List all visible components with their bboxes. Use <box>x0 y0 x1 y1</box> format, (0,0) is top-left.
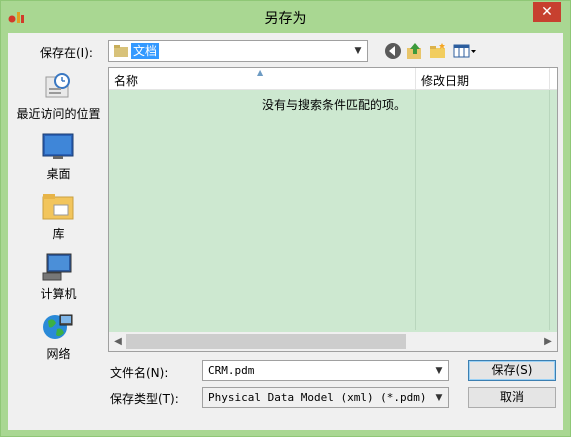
save-button[interactable]: 保存(S) <box>468 360 556 381</box>
view-menu-icon[interactable] <box>453 42 477 60</box>
column-divider[interactable] <box>415 68 416 90</box>
cancel-button[interactable]: 取消 <box>468 387 556 408</box>
column-header-name[interactable]: 名称 <box>114 72 138 89</box>
save-in-label: 保存在(I): <box>40 46 93 60</box>
place-desktop[interactable]: 桌面 <box>11 129 106 185</box>
sort-ascending-icon: ▲ <box>257 68 264 77</box>
place-label: 最近访问的位置 <box>16 107 101 121</box>
computer-icon <box>42 253 72 281</box>
list-header: 名称 ▲ 修改日期 ‌ <box>109 68 557 90</box>
scroll-left-icon[interactable]: ◀ <box>111 334 125 349</box>
title-bar[interactable]: 另存为 ✕ <box>1 1 570 33</box>
chevron-down-icon[interactable]: ▼ <box>433 364 445 378</box>
folder-icon <box>114 45 128 57</box>
place-label: 桌面 <box>46 167 71 181</box>
new-folder-icon[interactable] <box>429 42 447 60</box>
desktop-icon <box>42 133 74 159</box>
filetype-label: 保存类型(T): <box>110 392 179 406</box>
place-recent[interactable]: 最近访问的位置 <box>11 69 106 125</box>
libraries-icon <box>42 194 74 220</box>
horizontal-scrollbar[interactable]: ◀ ▶ <box>109 332 557 351</box>
place-label: 网络 <box>46 347 71 361</box>
scroll-right-icon[interactable]: ▶ <box>541 334 555 349</box>
recent-places-icon <box>45 73 70 98</box>
column-gridline <box>549 90 550 330</box>
network-icon <box>43 314 73 339</box>
chevron-down-icon[interactable]: ▼ <box>352 44 364 58</box>
place-label: 计算机 <box>40 287 77 301</box>
column-gridline <box>415 90 416 330</box>
up-folder-icon[interactable] <box>406 42 424 60</box>
save-as-dialog: 另存为 ✕ 保存在(I): 文档 ▼ 最近访问的位置 桌面 库 计算机 网络 名… <box>0 0 571 437</box>
window-title: 另存为 <box>264 11 307 27</box>
save-in-value: 文档 <box>131 43 160 59</box>
filetype-select[interactable]: Physical Data Model (xml) (*.pdm) ▼ <box>202 387 449 408</box>
filename-value: CRM.pdm <box>208 364 255 377</box>
column-header-date[interactable]: 修改日期 <box>421 72 469 89</box>
dialog-client: 保存在(I): 文档 ▼ 最近访问的位置 桌面 库 计算机 网络 名称 ▲ 修改… <box>8 33 563 430</box>
column-divider[interactable] <box>549 68 550 90</box>
filename-input[interactable]: CRM.pdm ▼ <box>202 360 449 381</box>
back-arrow-icon[interactable] <box>384 42 402 60</box>
place-libraries[interactable]: 库 <box>11 189 106 245</box>
filetype-value: Physical Data Model (xml) (*.pdm) <box>208 391 427 404</box>
place-computer[interactable]: 计算机 <box>11 249 106 305</box>
scroll-thumb[interactable] <box>126 334 406 349</box>
close-button[interactable]: ✕ <box>533 2 561 22</box>
filename-label: 文件名(N): <box>110 366 169 380</box>
file-list[interactable]: 名称 ▲ 修改日期 ‌ 没有与搜索条件匹配的项。 ◀ ▶ <box>108 67 558 352</box>
empty-message: 没有与搜索条件匹配的项。 <box>262 98 407 112</box>
chevron-down-icon[interactable]: ▼ <box>433 391 445 405</box>
place-network[interactable]: 网络 <box>11 309 106 365</box>
save-in-dropdown[interactable]: 文档 ▼ <box>108 40 368 62</box>
places-bar: 最近访问的位置 桌面 库 计算机 网络 <box>11 67 106 361</box>
place-label: 库 <box>52 227 65 241</box>
